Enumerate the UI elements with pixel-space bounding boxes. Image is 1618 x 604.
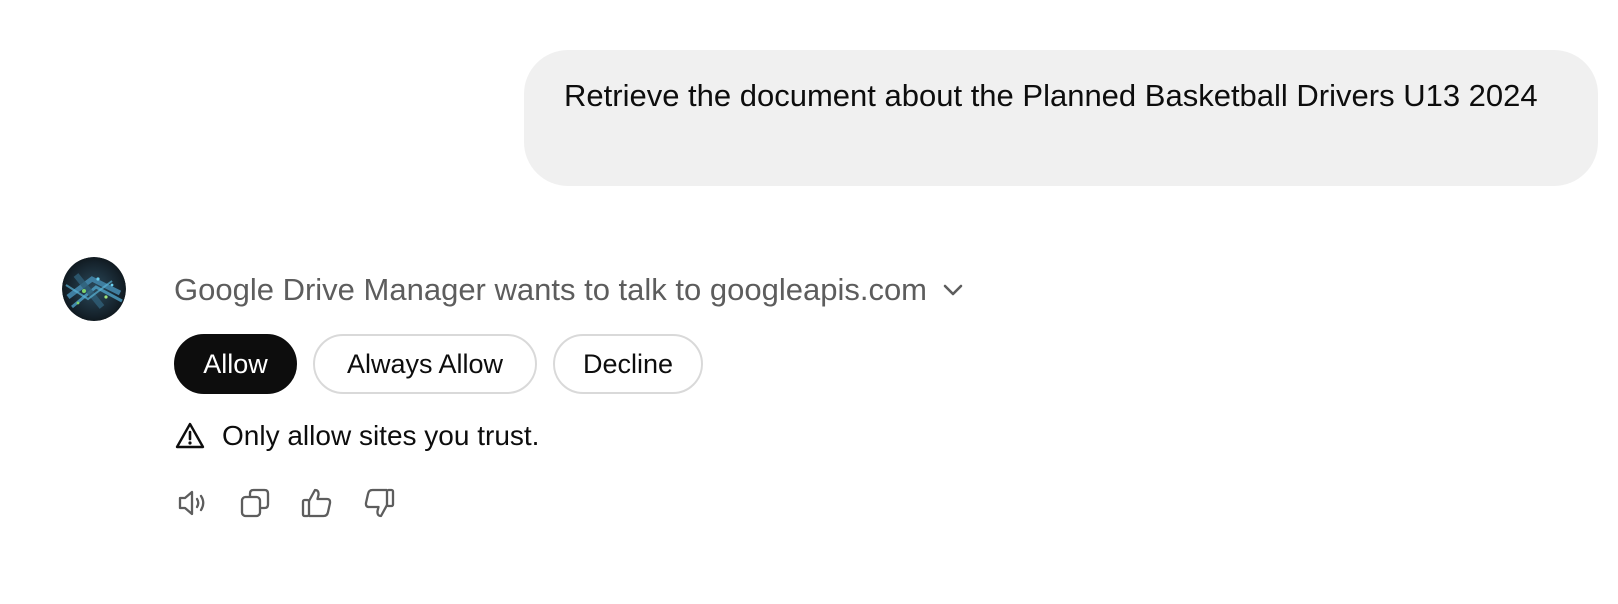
permission-heading-text: Google Drive Manager wants to talk to go… [174, 272, 928, 307]
thumbs-up-icon[interactable] [300, 486, 334, 520]
thumbs-down-icon[interactable] [362, 486, 396, 520]
message-actions [176, 486, 396, 520]
chevron-down-icon [939, 276, 967, 304]
warning-text: Only allow sites you trust. [222, 420, 540, 451]
permission-heading[interactable]: Google Drive Manager wants to talk to go… [174, 268, 967, 312]
copy-icon[interactable] [238, 486, 272, 520]
chat-page: Retrieve the document about the Planned … [0, 0, 1618, 604]
speaker-icon[interactable] [176, 486, 210, 520]
user-message-bubble: Retrieve the document about the Planned … [524, 50, 1598, 186]
trust-warning: Only allow sites you trust. [174, 420, 539, 452]
gpt-avatar-icon [62, 257, 126, 321]
user-message-text: Retrieve the document about the Planned … [564, 78, 1538, 113]
warning-triangle-icon [174, 420, 206, 452]
permission-buttons: Allow Always Allow Decline [174, 334, 703, 394]
always-allow-button[interactable]: Always Allow [313, 334, 537, 394]
allow-button[interactable]: Allow [174, 334, 297, 394]
decline-button[interactable]: Decline [553, 334, 703, 394]
